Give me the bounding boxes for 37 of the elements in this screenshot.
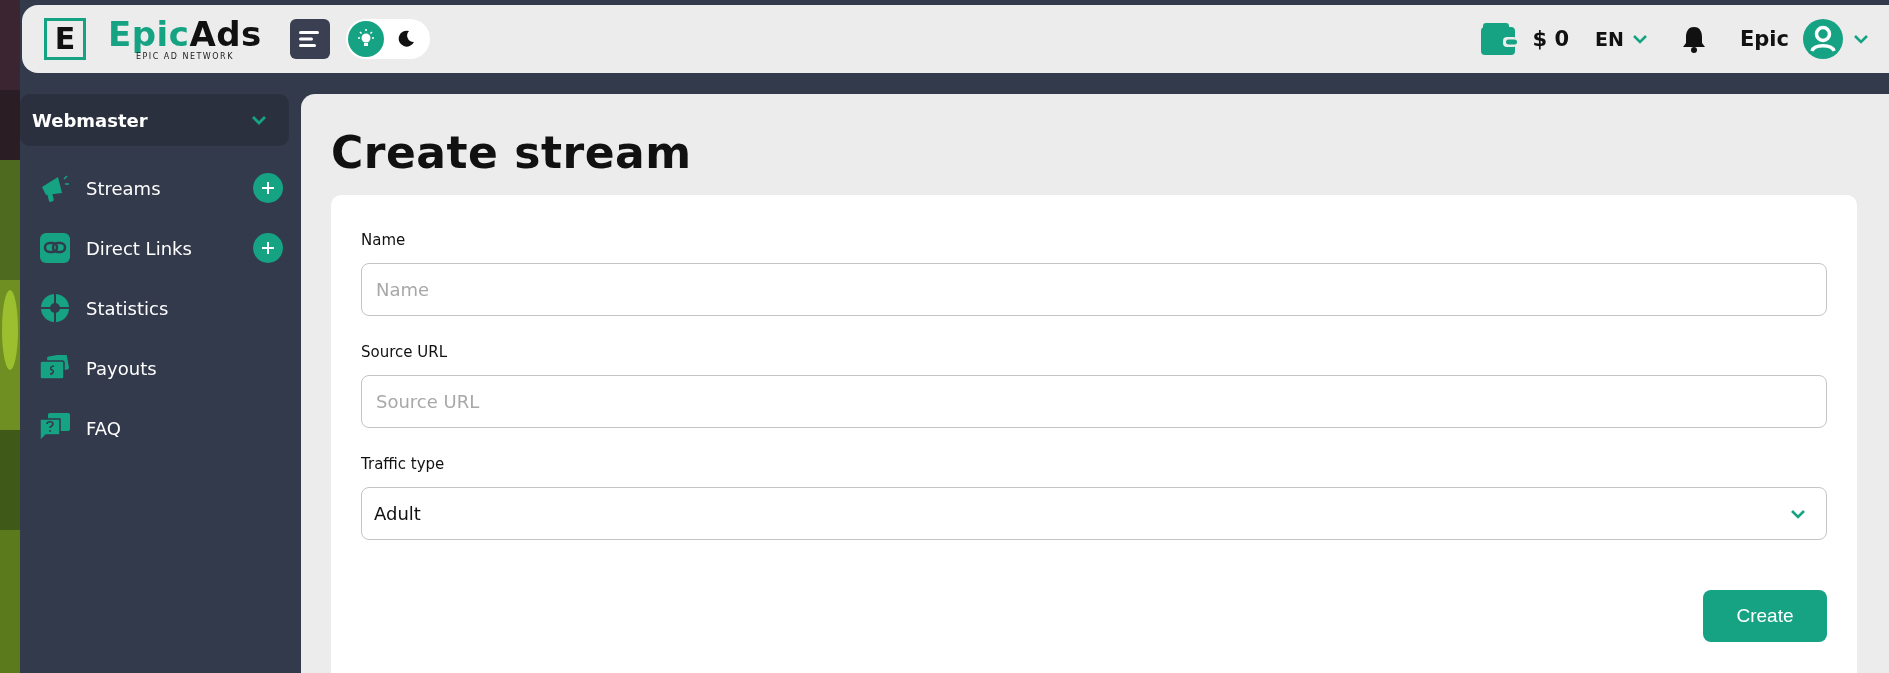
plus-icon: [261, 181, 275, 195]
pie-chart-icon: [40, 293, 70, 323]
brand-name: EpicAds: [108, 17, 262, 51]
link-icon: [40, 233, 70, 263]
balance-amount: $ 0: [1532, 27, 1570, 51]
chevron-down-icon: [1790, 508, 1806, 519]
chevron-down-icon: [1631, 34, 1648, 44]
menu-button[interactable]: [289, 19, 330, 59]
menu-icon: [298, 30, 321, 48]
nav-item[interactable]: Streams: [86, 177, 253, 199]
add-button[interactable]: [253, 173, 283, 203]
megaphone-icon: [40, 173, 70, 203]
field-label: Traffic type: [361, 455, 446, 474]
field-label: Name: [361, 231, 407, 250]
nav-item[interactable]: Direct Links: [86, 237, 253, 259]
avatar-icon: [1803, 19, 1843, 59]
brand-tagline: EPIC AD NETWORK: [135, 52, 234, 61]
plus-icon: [261, 241, 275, 255]
input-field[interactable]: Source URL: [361, 375, 1827, 429]
field-label: Source URL: [361, 343, 449, 362]
user-menu-button[interactable]: [1803, 19, 1869, 59]
user-name: Epic: [1739, 27, 1789, 51]
nav-item[interactable]: FAQ: [86, 417, 301, 439]
money-icon: [40, 355, 70, 381]
nav-item[interactable]: Payouts: [86, 357, 301, 379]
add-button[interactable]: [253, 233, 283, 263]
logo-letter: E: [54, 24, 76, 54]
select-field[interactable]: Adult: [361, 487, 1827, 541]
wallet-icon[interactable]: [1480, 23, 1517, 55]
chevron-down-icon: [1853, 34, 1869, 44]
input-field[interactable]: Name: [361, 263, 1827, 317]
chevron-down-icon: [251, 115, 267, 125]
language-selector[interactable]: EN: [1595, 28, 1648, 50]
page-title: Create stream: [331, 126, 693, 180]
role-selector[interactable]: Webmaster: [20, 94, 289, 146]
bell-icon[interactable]: [1681, 25, 1706, 53]
nav-item[interactable]: Statistics: [86, 297, 301, 319]
